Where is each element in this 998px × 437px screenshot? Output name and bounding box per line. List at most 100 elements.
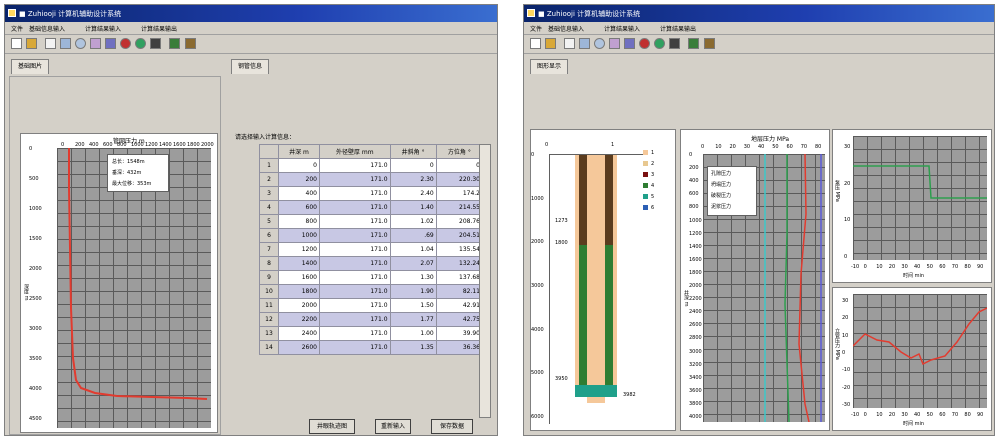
- table-cell[interactable]: 2200: [278, 312, 320, 327]
- menu-calc-input[interactable]: 计算结果输入: [604, 24, 640, 33]
- table-cell[interactable]: 1.90: [389, 284, 437, 299]
- table-row[interactable]: 5 800 171.0 1.02 208.76: [259, 214, 484, 229]
- open-folder-icon[interactable]: [26, 38, 37, 49]
- table-cell[interactable]: 1.04: [389, 242, 437, 257]
- table-cell[interactable]: 2400: [278, 326, 320, 341]
- menu-calc-output[interactable]: 计算结果输出: [660, 24, 696, 33]
- menu-file[interactable]: 文件: [11, 24, 23, 33]
- table-row[interactable]: 14 2600 171.0 1.35 36.36: [259, 340, 484, 355]
- grid-icon[interactable]: [579, 38, 590, 49]
- table-cell[interactable]: 208.76: [435, 214, 484, 229]
- menu-calc-output[interactable]: 计算结果输出: [141, 24, 177, 33]
- table-cell[interactable]: 42.75: [435, 312, 484, 327]
- table-cell[interactable]: 174.2: [435, 186, 484, 201]
- chart-icon[interactable]: [150, 38, 161, 49]
- table-cell[interactable]: 1800: [278, 284, 320, 299]
- table-cell[interactable]: 1.02: [389, 214, 437, 229]
- table-row[interactable]: 9 1600 171.0 1.30 137.68: [259, 270, 484, 285]
- table-cell[interactable]: 132.24: [435, 256, 484, 271]
- calc-icon[interactable]: [624, 38, 635, 49]
- pipe-data-table[interactable]: 井深 m 外径壁厚 mm 井斜角 ° 方位角 ° 10171.000220017…: [259, 144, 484, 355]
- target-icon[interactable]: [594, 38, 605, 49]
- table-cell[interactable]: 400: [278, 186, 320, 201]
- table-cell[interactable]: 0: [278, 158, 320, 173]
- table-cell[interactable]: 2.07: [389, 256, 437, 271]
- menu-basic-input[interactable]: 基础信息输入: [548, 24, 584, 33]
- table-cell[interactable]: 36.36: [435, 340, 484, 355]
- table-cell[interactable]: 171.0: [319, 270, 391, 285]
- tab-pipe-info[interactable]: 钢管信息: [231, 59, 270, 74]
- record-icon[interactable]: [639, 38, 650, 49]
- table-row[interactable]: 12 2200 171.0 1.77 42.75: [259, 312, 484, 327]
- table-cell[interactable]: 82.11: [435, 284, 484, 299]
- filter-icon[interactable]: [90, 38, 101, 49]
- filter-icon[interactable]: [609, 38, 620, 49]
- table-cell[interactable]: 171.0: [319, 172, 391, 187]
- table-cell[interactable]: 39.90: [435, 326, 484, 341]
- table-row[interactable]: 2 200 171.0 2.30 220.30: [259, 172, 484, 187]
- table-cell[interactable]: 171.0: [319, 312, 391, 327]
- table-cell[interactable]: 1600: [278, 270, 320, 285]
- document-icon[interactable]: [564, 38, 575, 49]
- table-cell[interactable]: 2.30: [389, 172, 437, 187]
- table-cell[interactable]: 204.51: [435, 228, 484, 243]
- table-cell[interactable]: 171.0: [319, 242, 391, 257]
- table-cell[interactable]: 1.40: [389, 200, 437, 215]
- table-cell[interactable]: 42.91: [435, 298, 484, 313]
- save-icon[interactable]: [688, 38, 699, 49]
- table-row[interactable]: 7 1200 171.0 1.04 135.54: [259, 242, 484, 257]
- table-cell[interactable]: 1400: [278, 256, 320, 271]
- table-cell[interactable]: .69: [389, 228, 437, 243]
- table-cell[interactable]: 171.0: [319, 214, 391, 229]
- reinput-button[interactable]: 重新输入: [375, 419, 411, 434]
- target-icon[interactable]: [75, 38, 86, 49]
- table-cell[interactable]: 171.0: [319, 228, 391, 243]
- table-cell[interactable]: 1.00: [389, 326, 437, 341]
- table-cell[interactable]: 1.77: [389, 312, 437, 327]
- save-data-button[interactable]: 保存数据: [431, 419, 473, 434]
- table-row[interactable]: 10171.000: [259, 158, 484, 173]
- table-cell[interactable]: 171.0: [319, 186, 391, 201]
- table-row[interactable]: 4 600 171.0 1.40 214.55: [259, 200, 484, 215]
- table-cell[interactable]: 800: [278, 214, 320, 229]
- save-icon[interactable]: [169, 38, 180, 49]
- table-cell[interactable]: 137.68: [435, 270, 484, 285]
- document-icon[interactable]: [45, 38, 56, 49]
- table-cell[interactable]: 1.50: [389, 298, 437, 313]
- table-cell[interactable]: 220.30: [435, 172, 484, 187]
- table-cell[interactable]: 171.0: [319, 284, 391, 299]
- col-header-depth[interactable]: 井深 m: [278, 144, 320, 159]
- table-cell[interactable]: 171.0: [319, 200, 391, 215]
- table-cell[interactable]: 2000: [278, 298, 320, 313]
- table-cell[interactable]: 0: [389, 158, 437, 173]
- table-cell[interactable]: 171.0: [319, 326, 391, 341]
- table-cell[interactable]: 0: [435, 158, 484, 173]
- table-cell[interactable]: 135.54: [435, 242, 484, 257]
- run-icon[interactable]: [135, 38, 146, 49]
- table-cell[interactable]: 1200: [278, 242, 320, 257]
- menu-basic-input[interactable]: 基础信息输入: [29, 24, 65, 33]
- trajectory-button[interactable]: 井眼轨迹图: [309, 419, 355, 434]
- table-row[interactable]: 11 2000 171.0 1.50 42.91: [259, 298, 484, 313]
- new-file-icon[interactable]: [530, 38, 541, 49]
- table-cell[interactable]: 600: [278, 200, 320, 215]
- col-header-inclination[interactable]: 井斜角 °: [389, 144, 437, 159]
- table-row[interactable]: 13 2400 171.0 1.00 39.90: [259, 326, 484, 341]
- calc-icon[interactable]: [105, 38, 116, 49]
- table-cell[interactable]: 200: [278, 172, 320, 187]
- table-cell[interactable]: 171.0: [319, 158, 391, 173]
- table-cell[interactable]: 1000: [278, 228, 320, 243]
- col-header-od[interactable]: 外径壁厚 mm: [319, 144, 391, 159]
- table-row[interactable]: 10 1800 171.0 1.90 82.11: [259, 284, 484, 299]
- grid-icon[interactable]: [60, 38, 71, 49]
- table-row[interactable]: 6 1000 171.0.69 204.51: [259, 228, 484, 243]
- table-cell[interactable]: 1.30: [389, 270, 437, 285]
- table-row[interactable]: 3 400 171.0 2.40 174.2: [259, 186, 484, 201]
- new-file-icon[interactable]: [11, 38, 22, 49]
- table-cell[interactable]: 171.0: [319, 340, 391, 355]
- col-header-azimuth[interactable]: 方位角 °: [435, 144, 484, 159]
- tab-graph-display[interactable]: 图形显示: [530, 59, 569, 74]
- table-row[interactable]: 8 1400 171.0 2.07 132.24: [259, 256, 484, 271]
- chart-icon[interactable]: [669, 38, 680, 49]
- table-scrollbar[interactable]: [479, 144, 491, 418]
